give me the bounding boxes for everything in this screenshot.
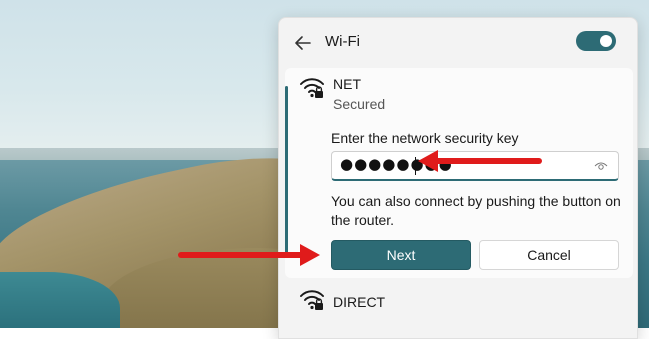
next-button[interactable]: Next [331,240,471,270]
selection-accent-bar [285,86,288,256]
annotation-arrow-to-password [432,158,542,164]
security-key-input[interactable]: ●●●●●●●● [331,151,619,181]
panel-header: Wi-Fi [279,18,637,68]
page-title: Wi-Fi [325,33,360,50]
network-name: NET [333,76,361,92]
toggle-knob [600,35,612,47]
annotation-arrow-to-next [178,252,306,258]
eye-icon[interactable] [594,160,608,172]
wifi-toggle[interactable] [576,31,616,51]
security-key-label: Enter the network security key [331,130,519,146]
network-item-selected: NET Secured Enter the network security k… [285,68,633,278]
text-caret [415,157,416,175]
wifi-secured-icon [299,288,325,312]
wifi-flyout-panel: Wi-Fi NET Secured Enter the network secu… [278,17,638,339]
back-button[interactable] [291,32,315,54]
wps-hint-text: You can also connect by pushing the butt… [331,193,621,228]
network-name: DIRECT [333,294,386,310]
wifi-secured-icon [299,76,325,100]
network-status: Secured [333,96,386,112]
network-item[interactable]: DIRECT [285,284,633,324]
cancel-button[interactable]: Cancel [479,240,619,270]
back-arrow-icon [295,36,311,50]
